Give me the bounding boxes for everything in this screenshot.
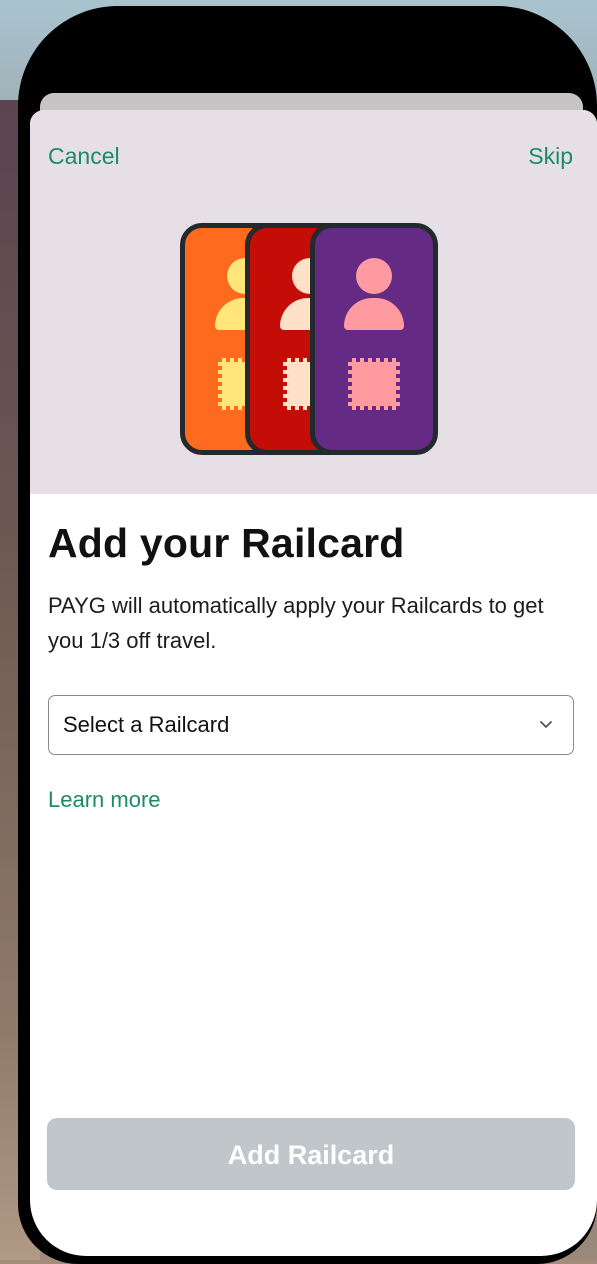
person-icon — [356, 258, 392, 294]
stamp-icon — [348, 358, 400, 410]
railcard-select-value: Select a Railcard — [63, 712, 230, 737]
chevron-down-icon — [540, 721, 552, 728]
cancel-button[interactable]: Cancel — [48, 143, 120, 170]
railcard-select[interactable]: Select a Railcard — [48, 695, 574, 755]
modal-sheet: Cancel Skip Add your Railcard PAYG will … — [30, 110, 597, 1256]
learn-more-link[interactable]: Learn more — [48, 787, 161, 813]
hero-banner: Cancel Skip — [30, 110, 597, 494]
railcard-purple — [310, 223, 438, 455]
page-description: PAYG will automatically apply your Railc… — [48, 593, 544, 653]
page-title: Add your Railcard — [48, 520, 405, 566]
railcards-illustration — [180, 223, 442, 455]
person-body — [344, 298, 404, 330]
add-railcard-button[interactable]: Add Railcard — [47, 1118, 575, 1190]
skip-button[interactable]: Skip — [528, 143, 573, 170]
